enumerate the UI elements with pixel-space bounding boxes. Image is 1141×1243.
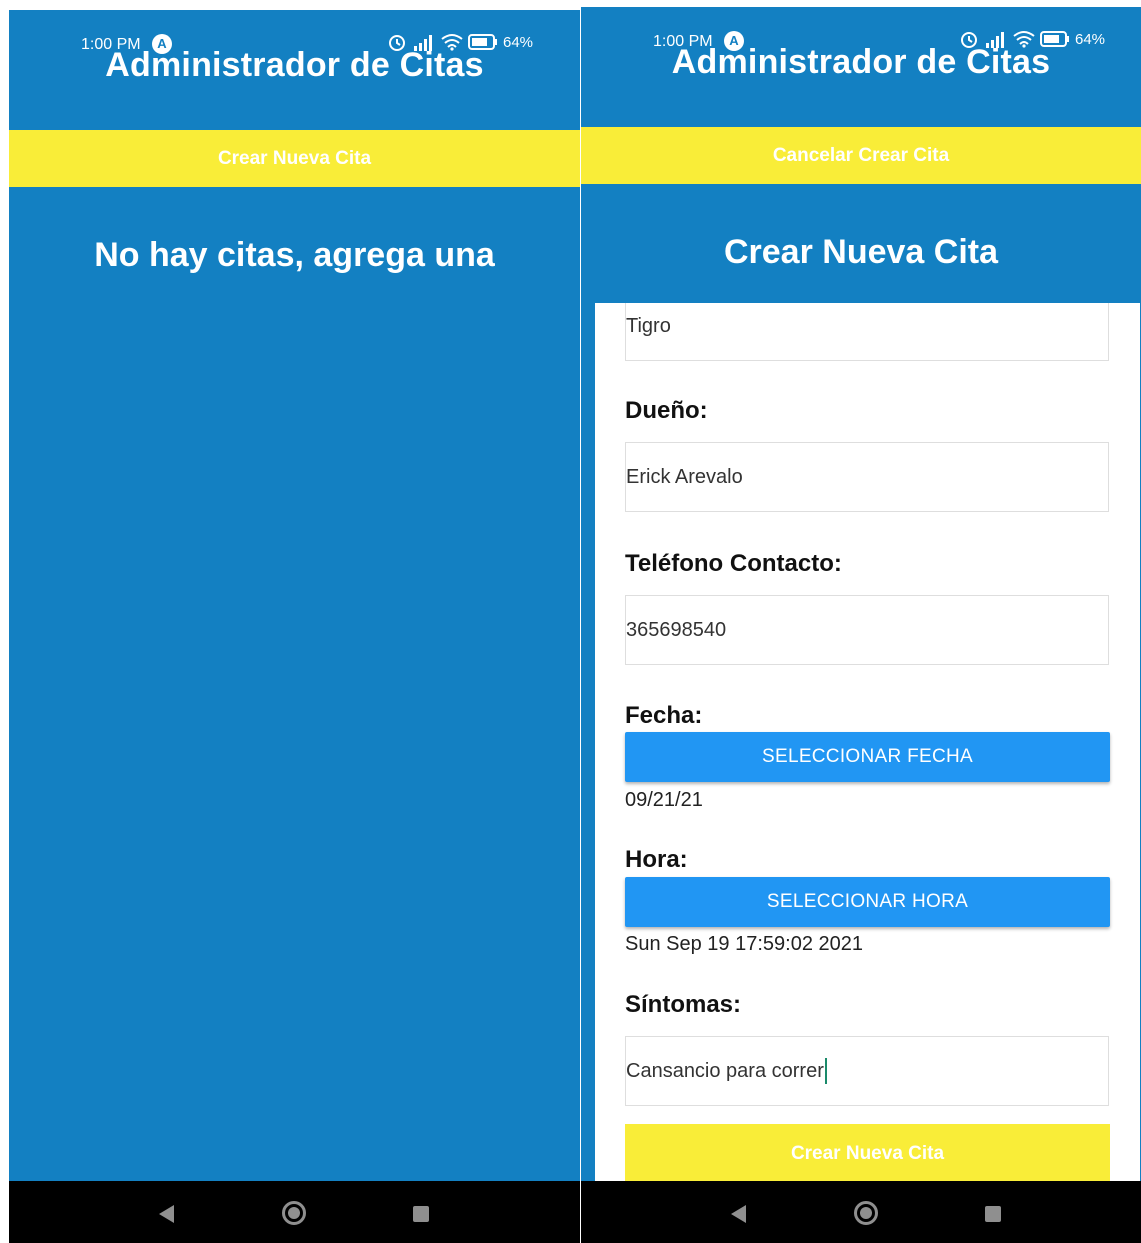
pet-name-value: Tigro	[626, 314, 671, 337]
submit-create-appointment-button[interactable]: Crear Nueva Cita	[625, 1124, 1110, 1181]
back-icon[interactable]	[159, 1205, 174, 1223]
app-title: Administrador de Citas	[671, 43, 1051, 81]
time-label: Hora:	[625, 846, 688, 873]
system-nav-bar	[9, 1181, 580, 1243]
owner-input[interactable]: Erick Arevalo	[625, 442, 1109, 512]
system-nav-bar	[581, 1181, 1141, 1243]
create-appointment-button-label: Crear Nueva Cita	[217, 147, 372, 169]
recents-icon[interactable]	[985, 1206, 1001, 1222]
app-title: Administrador de Citas	[105, 46, 484, 84]
selected-time: Sun Sep 19 17:59:02 2021	[625, 933, 863, 955]
symptoms-label: Síntomas:	[625, 991, 742, 1018]
recents-icon[interactable]	[413, 1206, 429, 1222]
text-cursor	[824, 1058, 827, 1084]
select-time-button[interactable]: SELECCIONAR HORA	[625, 877, 1110, 927]
back-icon[interactable]	[731, 1205, 746, 1223]
cancel-create-appointment-button[interactable]: Cancelar Crear Cita	[581, 127, 1141, 184]
home-icon[interactable]	[854, 1201, 878, 1225]
symptoms-value: Cansancio para correr	[626, 1059, 824, 1082]
phone-input[interactable]: 365698540	[625, 595, 1109, 665]
phone-screen-create-form: 1:00 PM A 64% Administrador de Citas Can…	[581, 7, 1141, 1243]
appointment-form: Tigro Dueño: Erick Arevalo Teléfono Cont…	[595, 303, 1140, 1181]
home-icon[interactable]	[282, 1201, 306, 1225]
symptoms-input[interactable]: Cansancio para correr	[625, 1036, 1109, 1106]
cancel-create-appointment-button-label: Cancelar Crear Cita	[772, 144, 950, 166]
select-date-button[interactable]: SELECCIONAR FECHA	[625, 732, 1110, 782]
phone-label: Teléfono Contacto:	[625, 550, 842, 577]
selected-date: 09/21/21	[625, 789, 703, 811]
phone-screen-empty-list: 1:00 PM A 64% Administrador de Citas Cre…	[9, 10, 580, 1243]
pet-name-input[interactable]: Tigro	[625, 303, 1109, 361]
create-appointment-button[interactable]: Crear Nueva Cita	[9, 130, 580, 187]
empty-state-message: No hay citas, agrega una	[94, 236, 495, 274]
form-title: Crear Nueva Cita	[723, 233, 998, 271]
phone-value: 365698540	[626, 618, 727, 641]
owner-value: Erick Arevalo	[626, 465, 743, 488]
owner-label: Dueño:	[625, 397, 708, 424]
date-label: Fecha:	[625, 702, 703, 729]
